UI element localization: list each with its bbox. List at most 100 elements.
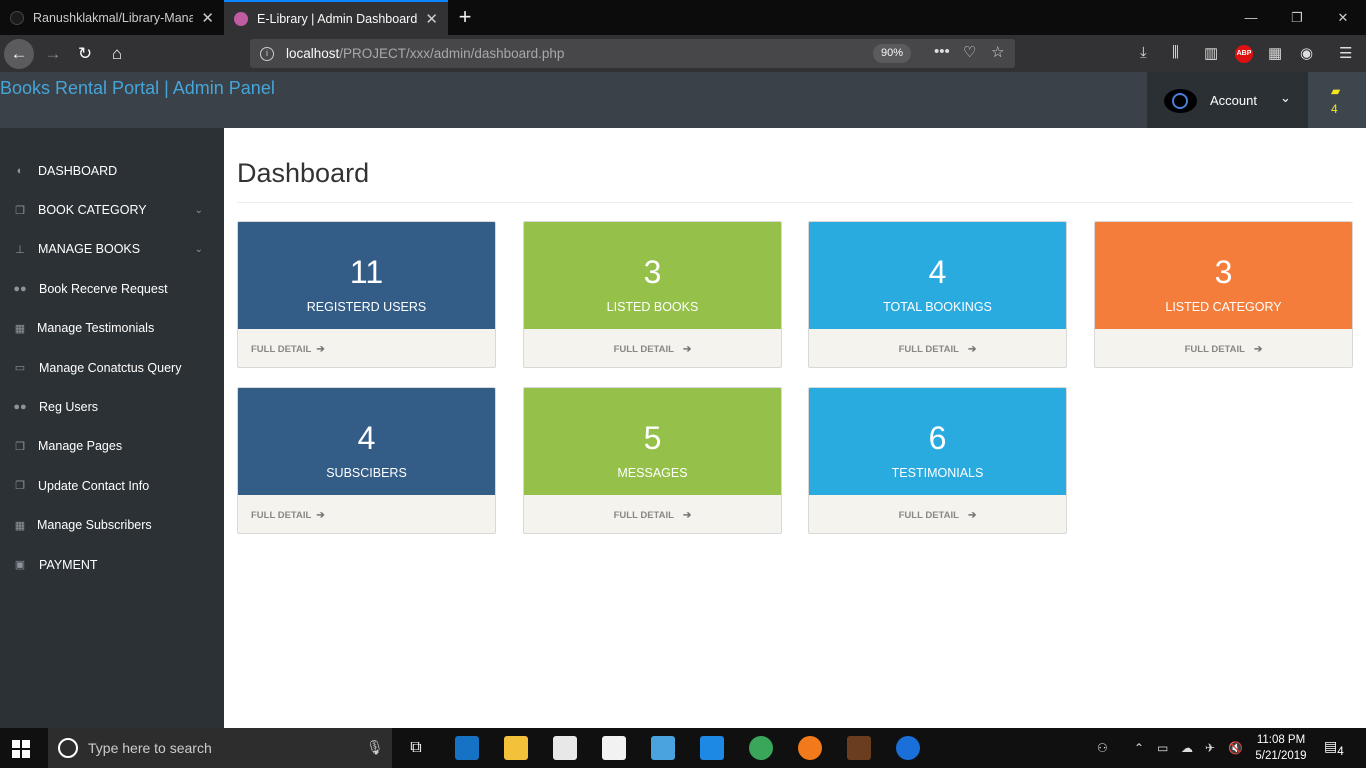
teamviewer-icon[interactable] bbox=[896, 736, 920, 760]
github-favicon-icon bbox=[10, 10, 24, 25]
close-icon[interactable]: ✕ bbox=[201, 9, 214, 27]
microphone-icon[interactable]: 🎙 bbox=[366, 739, 384, 756]
avatar bbox=[1164, 89, 1197, 113]
stat-label: LISTED BOOKS bbox=[606, 300, 699, 314]
full-detail-link[interactable]: FULL DETAIL ➔ bbox=[524, 329, 781, 367]
sidebar-item-book-request[interactable]: ●● Book Recerve Request bbox=[0, 269, 224, 308]
arrow-right-icon: ➔ bbox=[316, 343, 325, 355]
sidebar-toggle-icon[interactable]: ▥ bbox=[1204, 44, 1218, 62]
close-icon[interactable]: ✕ bbox=[425, 10, 438, 28]
mail-icon[interactable] bbox=[602, 736, 626, 760]
stat-card-listed-books: 3 LISTED BOOKS FULL DETAIL ➔ bbox=[523, 221, 782, 368]
edge-icon[interactable] bbox=[455, 736, 479, 760]
battery-icon[interactable]: ▭ bbox=[1157, 741, 1168, 755]
full-detail-link[interactable]: FULL DETAIL ➔ bbox=[809, 329, 1066, 367]
notification-count: 4 bbox=[1331, 102, 1338, 116]
brand-title[interactable]: Books Rental Portal | Admin Panel bbox=[0, 78, 275, 99]
cortana-icon bbox=[58, 738, 78, 758]
users-icon: ●● bbox=[13, 282, 27, 295]
full-detail-label: FULL DETAIL bbox=[898, 343, 959, 355]
library-icon[interactable]: ⫼ bbox=[1172, 44, 1179, 61]
stat-label: MESSAGES bbox=[617, 466, 688, 480]
sidebar-item-subscribers[interactable]: ▦ Manage Subscribers bbox=[0, 506, 224, 545]
sidebar-item-label: Manage Subscribers bbox=[37, 518, 152, 533]
sidebar-item-contact-query[interactable]: ▭ Manage Conatctus Query bbox=[0, 348, 224, 387]
stat-value: 4 bbox=[357, 420, 376, 456]
airplane-mode-icon[interactable]: ✈ bbox=[1205, 741, 1215, 755]
game-app-icon[interactable] bbox=[847, 736, 871, 760]
full-detail-link[interactable]: FULL DETAIL ➔ bbox=[809, 495, 1066, 533]
full-detail-label: FULL DETAIL bbox=[898, 509, 959, 521]
task-view-icon[interactable]: ⧉ bbox=[404, 736, 428, 760]
forward-button[interactable]: → bbox=[38, 39, 68, 69]
bookmark-star-icon[interactable]: ☆ bbox=[991, 43, 1004, 61]
sidebar-item-manage-books[interactable]: ⊥ MANAGE BOOKS ⌄ bbox=[0, 230, 224, 269]
divider bbox=[237, 202, 1353, 203]
files-icon: ❐ bbox=[15, 480, 25, 493]
file-explorer-icon[interactable] bbox=[504, 736, 528, 760]
sidebar-item-reg-users[interactable]: ●● Reg Users bbox=[0, 387, 224, 426]
volume-muted-icon[interactable]: 🔇 bbox=[1228, 741, 1243, 755]
new-tab-button[interactable]: + bbox=[452, 4, 478, 30]
full-detail-link[interactable]: FULL DETAIL ➔ bbox=[524, 495, 781, 533]
page-actions-icon[interactable]: ••• bbox=[934, 43, 950, 60]
home-button[interactable]: ⌂ bbox=[102, 39, 132, 69]
sidebar-item-book-category[interactable]: ❐ BOOK CATEGORY ⌄ bbox=[0, 190, 224, 229]
store-icon[interactable] bbox=[553, 736, 577, 760]
address-bar[interactable]: i localhost/PROJECT/xxx/admin/dashboard.… bbox=[250, 39, 1015, 68]
download-icon[interactable]: ⤓ bbox=[1140, 44, 1147, 61]
sidebar-item-label: Update Contact Info bbox=[38, 478, 150, 493]
sidebar-item-manage-pages[interactable]: ❐ Manage Pages bbox=[0, 427, 224, 466]
arrow-right-icon: ➔ bbox=[967, 343, 977, 355]
pocket-icon[interactable]: ♡ bbox=[963, 43, 976, 61]
firefox-icon[interactable] bbox=[798, 736, 822, 760]
url-text[interactable]: localhost/PROJECT/xxx/admin/dashboard.ph… bbox=[286, 46, 564, 61]
windows-start-icon[interactable] bbox=[12, 740, 30, 758]
menu-icon[interactable]: ☰ bbox=[1339, 44, 1352, 62]
stat-value: 3 bbox=[1214, 254, 1233, 290]
zoom-level[interactable]: 90% bbox=[873, 44, 912, 63]
page-title: Dashboard bbox=[237, 158, 370, 188]
action-center-icon[interactable]: ▤4 bbox=[1324, 738, 1344, 758]
people-icon[interactable]: ⚇ bbox=[1097, 741, 1108, 755]
taskbar-search-box[interactable]: Type here to search 🎙 bbox=[48, 728, 392, 768]
account-dropdown[interactable]: Account ⌄ bbox=[1147, 72, 1308, 128]
extension-icon[interactable]: ▦ bbox=[1268, 44, 1282, 62]
restore-icon[interactable]: ❐ bbox=[1274, 0, 1320, 35]
arrow-right-icon: ➔ bbox=[316, 509, 325, 521]
chevron-up-icon[interactable]: ⌃ bbox=[1134, 741, 1144, 755]
window-close-icon[interactable]: ✕ bbox=[1320, 0, 1366, 35]
full-detail-link[interactable]: FULL DETAIL ➔ bbox=[238, 495, 495, 533]
account-sync-icon[interactable]: ◉ bbox=[1300, 44, 1313, 62]
onedrive-icon[interactable]: ☁ bbox=[1181, 741, 1193, 755]
stat-card-messages: 5 MESSAGES FULL DETAIL ➔ bbox=[523, 387, 782, 534]
sidebar-item-payment[interactable]: ▣ PAYMENT bbox=[0, 545, 224, 584]
stat-label: TESTIMONIALS bbox=[891, 466, 984, 480]
browser-tab-elibrary[interactable]: E-Library | Admin Dashboard ✕ bbox=[224, 0, 448, 35]
sidebar-item-label: Book Recerve Request bbox=[39, 281, 168, 296]
site-info-icon[interactable]: i bbox=[260, 46, 274, 61]
sidebar-item-dashboard[interactable]: ◐ DASHBOARD bbox=[0, 151, 224, 190]
system-clock[interactable]: 11:08 PM 5/21/2019 bbox=[1251, 732, 1311, 764]
chevron-down-icon: ⌄ bbox=[1280, 90, 1291, 105]
account-label: Account bbox=[1210, 93, 1257, 108]
back-button[interactable]: ← bbox=[4, 39, 34, 69]
app-header: Books Rental Portal | Admin Panel Accoun… bbox=[0, 72, 1366, 128]
sidebar: ◐ DASHBOARD ❐ BOOK CATEGORY ⌄ ⊥ MANAGE B… bbox=[0, 128, 224, 728]
stat-card-subscribers: 4 SUBSCIBERS FULL DETAIL ➔ bbox=[237, 387, 496, 534]
browser-tab-bar: Ranushklakmal/Library-Manag ✕ E-Library … bbox=[0, 0, 1366, 35]
full-detail-link[interactable]: FULL DETAIL ➔ bbox=[238, 329, 495, 367]
sidebar-item-contact-info[interactable]: ❐ Update Contact Info bbox=[0, 466, 224, 505]
xampp-icon[interactable] bbox=[651, 736, 675, 760]
sidebar-item-testimonials[interactable]: ▦ Manage Testimonials bbox=[0, 309, 224, 348]
full-detail-link[interactable]: FULL DETAIL ➔ bbox=[1095, 329, 1352, 367]
adblock-icon[interactable]: ABP bbox=[1235, 45, 1253, 63]
vscode-icon[interactable] bbox=[700, 736, 724, 760]
browser-tab-github[interactable]: Ranushklakmal/Library-Manag ✕ bbox=[0, 0, 224, 35]
tab-title: E-Library | Admin Dashboard bbox=[257, 11, 418, 26]
reload-button[interactable]: ↻ bbox=[70, 39, 100, 69]
sidebar-item-label: MANAGE BOOKS bbox=[38, 242, 141, 257]
notification-button[interactable]: ▰ 4 bbox=[1308, 72, 1366, 128]
atom-icon[interactable] bbox=[749, 736, 773, 760]
minimize-icon[interactable]: — bbox=[1228, 0, 1274, 35]
